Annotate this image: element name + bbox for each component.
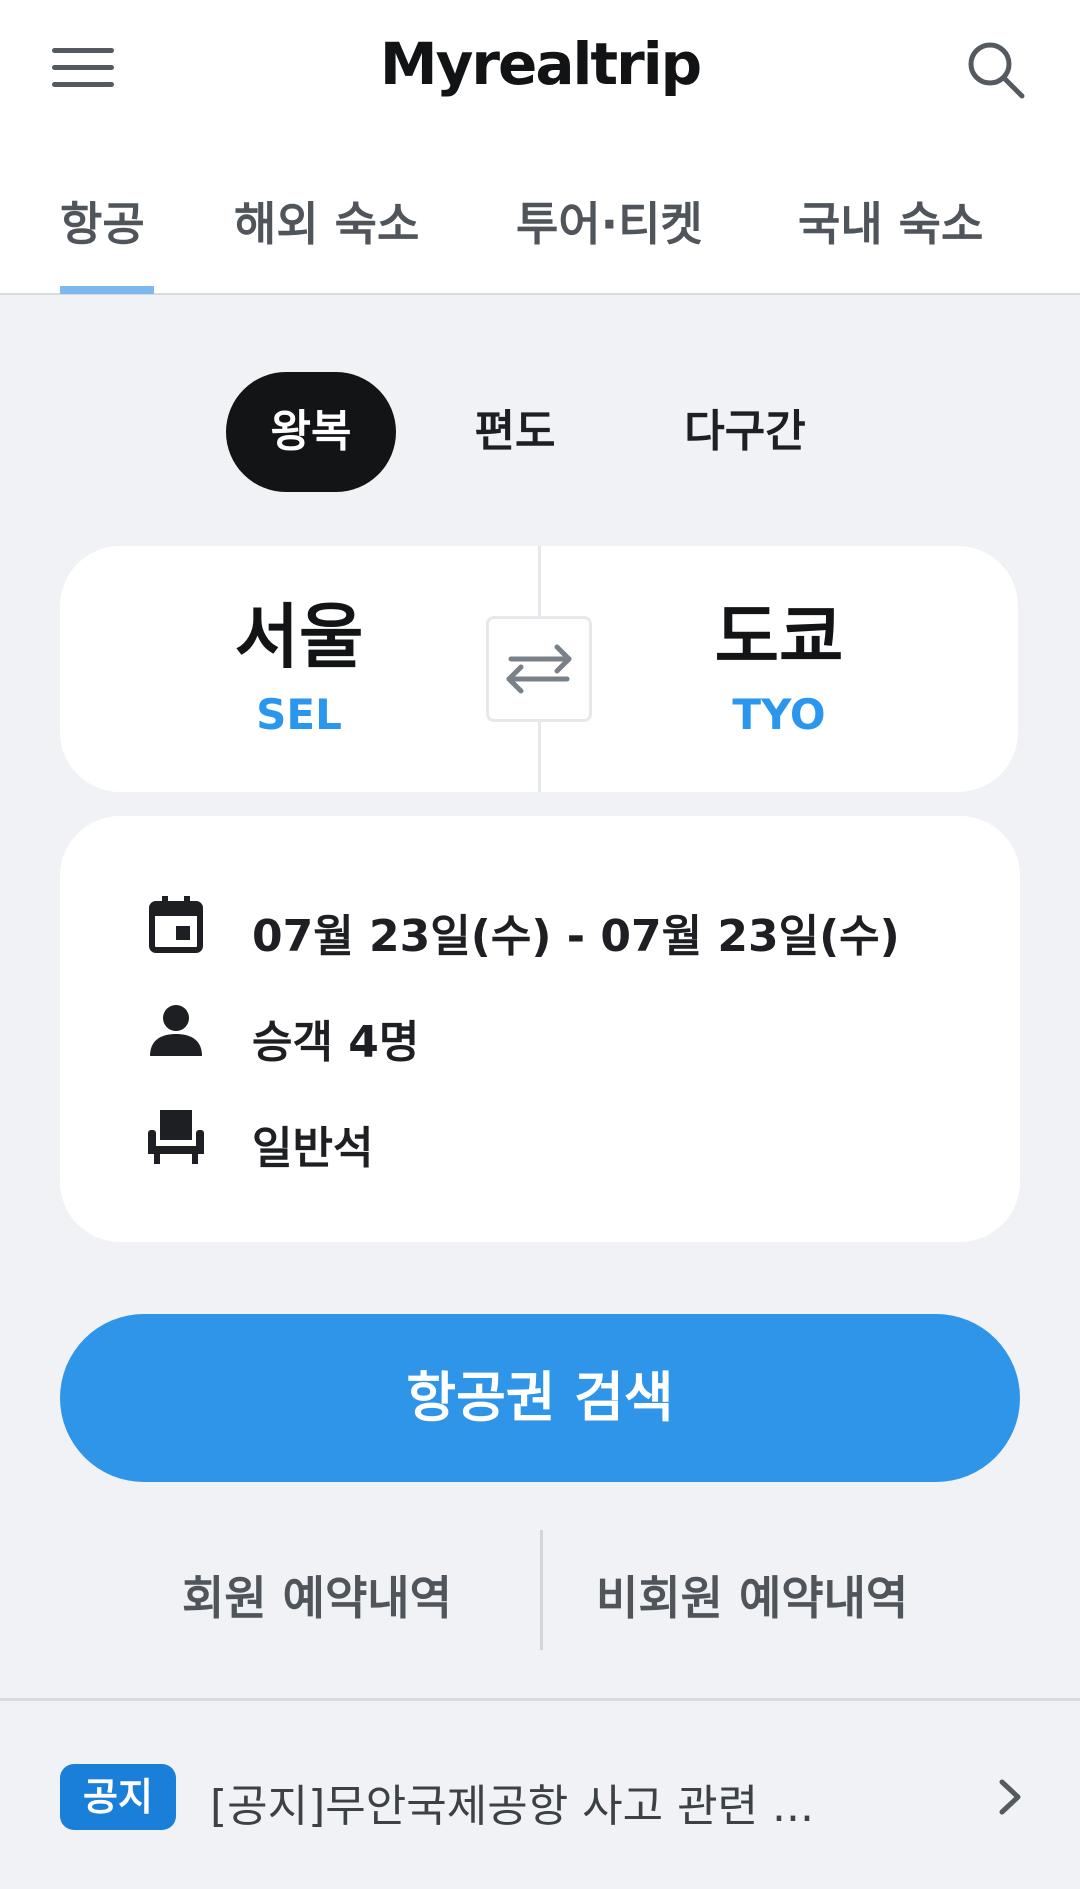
app-header: Myrealtrip — [0, 0, 1080, 140]
date-selector[interactable]: 07월 23일(수) - 07월 23일(수) — [144, 892, 964, 962]
member-reservations-link[interactable]: 회원 예약내역 — [182, 1562, 452, 1628]
destination-city[interactable]: 도쿄 TYO — [540, 602, 1018, 736]
calendar-icon — [149, 896, 203, 953]
tab-overseas-stay[interactable]: 해외 숙소 — [234, 188, 419, 254]
origin-city-name: 서울 — [234, 596, 364, 678]
active-tab-indicator — [60, 286, 154, 294]
category-tabs: 항공 해외 숙소 투어·티켓 국내 숙소 — [0, 140, 1080, 295]
swap-arrows-icon — [506, 644, 572, 694]
tab-tour-ticket[interactable]: 투어·티켓 — [516, 188, 703, 254]
notice-text: [공지]무안국제공항 사고 관련 ... — [210, 1781, 815, 1832]
route-card: 서울 SEL 도쿄 TYO — [60, 546, 1018, 792]
trip-details-card: 07월 23일(수) - 07월 23일(수) 승객 4명 일반석 — [60, 816, 1020, 1242]
notice-badge: 공지 — [60, 1764, 176, 1830]
non-member-reservations-link[interactable]: 비회원 예약내역 — [596, 1562, 908, 1628]
destination-city-code: TYO — [732, 690, 826, 739]
date-range: 07월 23일(수) - 07월 23일(수) — [252, 911, 900, 962]
origin-city-code: SEL — [256, 690, 342, 739]
destination-city-name: 도쿄 — [714, 596, 844, 678]
tab-flights[interactable]: 항공 — [60, 188, 145, 254]
trip-type-multicity[interactable]: 다구간 — [660, 372, 830, 492]
passenger-count: 승객 4명 — [252, 1017, 420, 1068]
seat-icon — [148, 1110, 204, 1164]
passenger-selector[interactable]: 승객 4명 — [144, 998, 544, 1068]
reservation-divider — [540, 1530, 543, 1650]
search-icon[interactable] — [966, 40, 1026, 100]
origin-city[interactable]: 서울 SEL — [60, 602, 538, 736]
chevron-right-icon — [999, 1779, 1021, 1815]
app-logo[interactable]: Myrealtrip — [0, 30, 1080, 98]
section-divider — [0, 1698, 1080, 1701]
seat-class-selector[interactable]: 일반석 — [144, 1104, 544, 1174]
trip-type-roundtrip[interactable]: 왕복 — [226, 372, 396, 492]
flight-search-button[interactable]: 항공권 검색 — [60, 1314, 1020, 1482]
person-icon — [150, 1005, 202, 1056]
tab-domestic-stay[interactable]: 국내 숙소 — [798, 188, 983, 254]
seat-class: 일반석 — [252, 1123, 374, 1174]
trip-type-oneway[interactable]: 편도 — [440, 372, 590, 492]
notice-banner[interactable]: 공지 [공지]무안국제공항 사고 관련 ... — [60, 1764, 1021, 1832]
swap-route-button[interactable] — [486, 616, 592, 722]
